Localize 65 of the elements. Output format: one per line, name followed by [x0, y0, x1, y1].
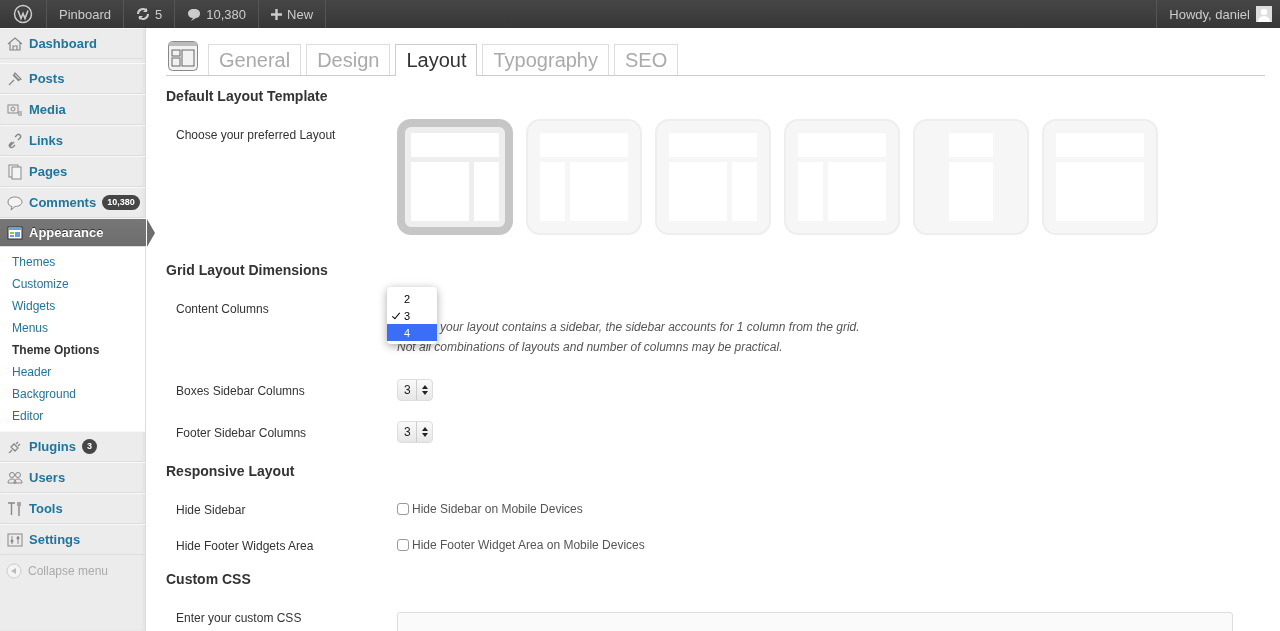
- menu-item[interactable]: Dashboard: [0, 28, 145, 59]
- checkbox-label: Hide Footer Widget Area on Mobile Devices: [412, 538, 645, 552]
- tools-icon: [7, 500, 23, 517]
- menu-item[interactable]: Tools: [0, 493, 145, 524]
- current-menu-arrow-icon: [147, 219, 155, 247]
- submenu-item[interactable]: Menus: [0, 317, 145, 339]
- section-heading: Default Layout Template: [166, 88, 329, 105]
- dropdown-option[interactable]: 2: [387, 290, 437, 307]
- menu-item[interactable]: Users: [0, 462, 145, 493]
- field-label: Footer Sidebar Columns: [176, 425, 308, 442]
- checkbox-label: Hide Sidebar on Mobile Devices: [412, 502, 583, 516]
- field-label: Hide Sidebar: [176, 502, 247, 519]
- checkbox[interactable]: [397, 539, 409, 551]
- field-label: Hide Footer Widgets Area: [176, 538, 315, 555]
- up-down-arrows-icon: [421, 385, 428, 395]
- menu-item[interactable]: Posts: [0, 63, 145, 94]
- dropdown-option[interactable]: 4: [387, 324, 437, 341]
- field-description: your layout contains a sidebar, the sidebar accounts for 1 column from the grid.: [440, 319, 860, 336]
- count-badge: 3: [81, 439, 97, 454]
- submenu-item[interactable]: Widgets: [0, 295, 145, 317]
- submenu-item[interactable]: Background: [0, 383, 145, 405]
- link-icon: [7, 132, 23, 149]
- section-heading: Responsive Layout: [166, 463, 296, 480]
- submenu-item[interactable]: Editor: [0, 405, 145, 427]
- submenu-item[interactable]: Theme Options: [0, 339, 145, 361]
- users-icon: [7, 469, 23, 486]
- plus-icon: [271, 8, 283, 20]
- dropdown-option[interactable]: 3: [387, 307, 437, 324]
- pages-icon: [7, 163, 23, 180]
- comments-link[interactable]: 10,380: [175, 0, 260, 28]
- menu-item[interactable]: Settings: [0, 524, 145, 555]
- field-label: Boxes Sidebar Columns: [176, 383, 306, 400]
- field-label: Enter your custom CSS: [176, 610, 303, 627]
- layout-option[interactable]: [397, 119, 513, 235]
- submenu-item[interactable]: Themes: [0, 251, 145, 273]
- media-icon: [7, 101, 23, 118]
- bubble-icon: [7, 194, 23, 211]
- count-badge: 10,380: [102, 195, 140, 210]
- house-icon: [7, 35, 23, 52]
- settings-icon: [7, 531, 23, 548]
- submenu-item[interactable]: Customize: [0, 273, 145, 295]
- pin-icon: [7, 70, 23, 87]
- site-name-link[interactable]: Pinboard: [47, 0, 125, 28]
- appearance-icon: [7, 224, 23, 241]
- select-field[interactable]: 3: [397, 379, 433, 401]
- submenu-item[interactable]: Header: [0, 361, 145, 383]
- account-link[interactable]: Howdy, daniel: [1156, 0, 1280, 28]
- checkbox[interactable]: [397, 503, 409, 515]
- select-field[interactable]: 3: [397, 421, 433, 443]
- menu-item[interactable]: Plugins 3: [0, 431, 145, 462]
- field-label: Content Columns: [176, 301, 270, 318]
- menu-item[interactable]: Links: [0, 125, 145, 156]
- new-link[interactable]: New: [259, 0, 327, 28]
- speech-bubble-icon: [187, 7, 202, 21]
- up-down-arrows-icon: [421, 427, 428, 437]
- field-label: Choose your preferred Layout: [176, 127, 337, 144]
- menu-item[interactable]: Pages: [0, 156, 145, 187]
- layout-icon: [168, 41, 198, 71]
- section-heading: Custom CSS: [166, 571, 252, 588]
- section-heading: Grid Layout Dimensions: [166, 262, 329, 279]
- avatar-icon: [1256, 6, 1272, 22]
- tab[interactable]: Layout: [395, 44, 478, 76]
- refresh-icon: [136, 7, 151, 21]
- menu-item[interactable]: Media: [0, 94, 145, 125]
- updates-link[interactable]: 5: [124, 0, 176, 28]
